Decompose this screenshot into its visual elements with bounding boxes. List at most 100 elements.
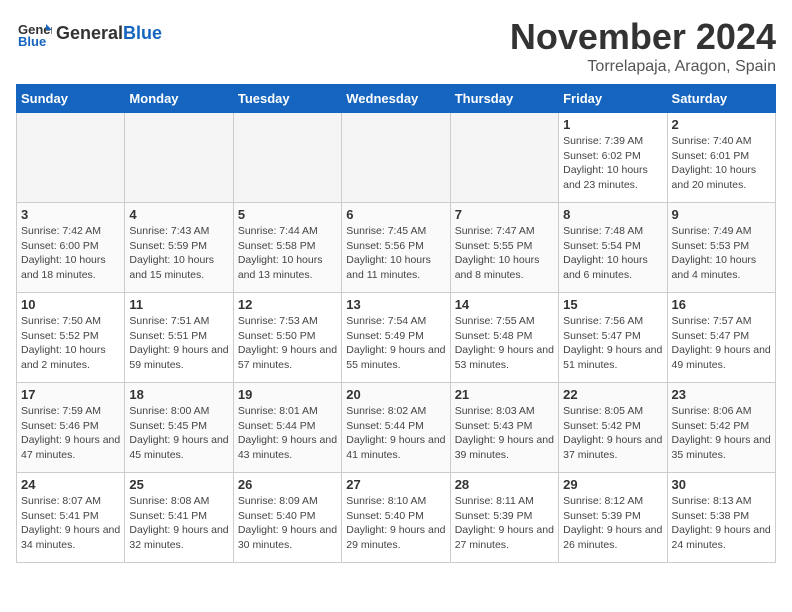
page-header: General Blue GeneralBlue November 2024 T… <box>16 16 776 76</box>
logo: General Blue GeneralBlue <box>16 16 162 52</box>
day-number: 2 <box>672 117 771 132</box>
month-title: November 2024 <box>510 16 776 58</box>
day-info: Sunrise: 8:13 AM Sunset: 5:38 PM Dayligh… <box>672 494 771 553</box>
calendar-cell: 17Sunrise: 7:59 AM Sunset: 5:46 PM Dayli… <box>17 383 125 473</box>
day-info: Sunrise: 7:42 AM Sunset: 6:00 PM Dayligh… <box>21 224 120 283</box>
day-info: Sunrise: 7:48 AM Sunset: 5:54 PM Dayligh… <box>563 224 662 283</box>
day-info: Sunrise: 8:03 AM Sunset: 5:43 PM Dayligh… <box>455 404 554 463</box>
weekday-header-wednesday: Wednesday <box>342 85 450 113</box>
day-number: 19 <box>238 387 337 402</box>
week-row-5: 24Sunrise: 8:07 AM Sunset: 5:41 PM Dayli… <box>17 473 776 563</box>
logo-icon: General Blue <box>16 16 52 52</box>
week-row-3: 10 Sunrise: 7:50 AM Sunset: 5:52 PM Dayli… <box>17 293 776 383</box>
day-number: 12 <box>238 297 337 312</box>
weekday-header-row: SundayMondayTuesdayWednesdayThursdayFrid… <box>17 85 776 113</box>
day-number: 27 <box>346 477 445 492</box>
day-number: 25 <box>129 477 228 492</box>
day-info: Sunrise: 7:53 AM Sunset: 5:50 PM Dayligh… <box>238 314 337 373</box>
day-number: 29 <box>563 477 662 492</box>
calendar-cell <box>17 113 125 203</box>
calendar-cell: 14 Sunrise: 7:55 AM Sunset: 5:48 PM Dayli… <box>450 293 558 383</box>
weekday-header-monday: Monday <box>125 85 233 113</box>
week-row-2: 3 Sunrise: 7:42 AM Sunset: 6:00 PM Daylig… <box>17 203 776 293</box>
calendar-cell: 23 Sunrise: 8:06 AM Sunset: 5:42 PM Dayli… <box>667 383 775 473</box>
day-number: 18 <box>129 387 228 402</box>
day-number: 17 <box>21 387 120 402</box>
day-number: 30 <box>672 477 771 492</box>
day-number: 8 <box>563 207 662 222</box>
day-info: Sunrise: 8:12 AM Sunset: 5:39 PM Dayligh… <box>563 494 662 553</box>
calendar-cell: 10 Sunrise: 7:50 AM Sunset: 5:52 PM Dayli… <box>17 293 125 383</box>
day-info: Sunrise: 8:01 AM Sunset: 5:44 PM Dayligh… <box>238 404 337 463</box>
logo-text: GeneralBlue <box>56 24 162 44</box>
day-info: Sunrise: 8:06 AM Sunset: 5:42 PM Dayligh… <box>672 404 771 463</box>
weekday-header-tuesday: Tuesday <box>233 85 341 113</box>
day-number: 21 <box>455 387 554 402</box>
title-block: November 2024 Torrelapaja, Aragon, Spain <box>510 16 776 76</box>
day-number: 28 <box>455 477 554 492</box>
weekday-header-friday: Friday <box>559 85 667 113</box>
day-info: Sunrise: 7:40 AM Sunset: 6:01 PM Dayligh… <box>672 134 771 193</box>
calendar-cell: 12 Sunrise: 7:53 AM Sunset: 5:50 PM Dayli… <box>233 293 341 383</box>
day-number: 5 <box>238 207 337 222</box>
day-number: 1 <box>563 117 662 132</box>
location-title: Torrelapaja, Aragon, Spain <box>510 58 776 76</box>
day-number: 13 <box>346 297 445 312</box>
calendar-cell: 18Sunrise: 8:00 AM Sunset: 5:45 PM Dayli… <box>125 383 233 473</box>
day-number: 11 <box>129 297 228 312</box>
day-info: Sunrise: 8:10 AM Sunset: 5:40 PM Dayligh… <box>346 494 445 553</box>
calendar-cell: 22Sunrise: 8:05 AM Sunset: 5:42 PM Dayli… <box>559 383 667 473</box>
day-number: 26 <box>238 477 337 492</box>
day-info: Sunrise: 7:51 AM Sunset: 5:51 PM Dayligh… <box>129 314 228 373</box>
day-info: Sunrise: 7:47 AM Sunset: 5:55 PM Dayligh… <box>455 224 554 283</box>
day-number: 3 <box>21 207 120 222</box>
calendar-cell <box>233 113 341 203</box>
calendar-cell: 3 Sunrise: 7:42 AM Sunset: 6:00 PM Daylig… <box>17 203 125 293</box>
weekday-header-saturday: Saturday <box>667 85 775 113</box>
day-info: Sunrise: 8:08 AM Sunset: 5:41 PM Dayligh… <box>129 494 228 553</box>
day-info: Sunrise: 7:55 AM Sunset: 5:48 PM Dayligh… <box>455 314 554 373</box>
day-info: Sunrise: 7:54 AM Sunset: 5:49 PM Dayligh… <box>346 314 445 373</box>
day-number: 9 <box>672 207 771 222</box>
calendar-cell: 19 Sunrise: 8:01 AM Sunset: 5:44 PM Dayli… <box>233 383 341 473</box>
weekday-header-thursday: Thursday <box>450 85 558 113</box>
weekday-header-sunday: Sunday <box>17 85 125 113</box>
week-row-4: 17Sunrise: 7:59 AM Sunset: 5:46 PM Dayli… <box>17 383 776 473</box>
day-number: 10 <box>21 297 120 312</box>
day-info: Sunrise: 7:50 AM Sunset: 5:52 PM Dayligh… <box>21 314 120 373</box>
calendar-cell: 5 Sunrise: 7:44 AM Sunset: 5:58 PM Daylig… <box>233 203 341 293</box>
svg-text:Blue: Blue <box>18 34 46 49</box>
day-info: Sunrise: 8:09 AM Sunset: 5:40 PM Dayligh… <box>238 494 337 553</box>
calendar-cell <box>342 113 450 203</box>
day-info: Sunrise: 8:02 AM Sunset: 5:44 PM Dayligh… <box>346 404 445 463</box>
day-info: Sunrise: 7:43 AM Sunset: 5:59 PM Dayligh… <box>129 224 228 283</box>
day-number: 4 <box>129 207 228 222</box>
calendar-cell <box>450 113 558 203</box>
calendar-cell: 1 Sunrise: 7:39 AM Sunset: 6:02 PM Daylig… <box>559 113 667 203</box>
calendar-cell: 4 Sunrise: 7:43 AM Sunset: 5:59 PM Daylig… <box>125 203 233 293</box>
day-number: 20 <box>346 387 445 402</box>
day-number: 24 <box>21 477 120 492</box>
calendar-cell: 2 Sunrise: 7:40 AM Sunset: 6:01 PM Daylig… <box>667 113 775 203</box>
calendar-cell: 20 Sunrise: 8:02 AM Sunset: 5:44 PM Dayli… <box>342 383 450 473</box>
calendar-cell: 28Sunrise: 8:11 AM Sunset: 5:39 PM Dayli… <box>450 473 558 563</box>
calendar-cell: 21 Sunrise: 8:03 AM Sunset: 5:43 PM Dayli… <box>450 383 558 473</box>
day-number: 23 <box>672 387 771 402</box>
calendar-cell: 15Sunrise: 7:56 AM Sunset: 5:47 PM Dayli… <box>559 293 667 383</box>
calendar-cell: 27 Sunrise: 8:10 AM Sunset: 5:40 PM Dayli… <box>342 473 450 563</box>
day-number: 14 <box>455 297 554 312</box>
day-number: 15 <box>563 297 662 312</box>
day-number: 22 <box>563 387 662 402</box>
day-info: Sunrise: 7:45 AM Sunset: 5:56 PM Dayligh… <box>346 224 445 283</box>
day-info: Sunrise: 7:44 AM Sunset: 5:58 PM Dayligh… <box>238 224 337 283</box>
day-number: 16 <box>672 297 771 312</box>
calendar: SundayMondayTuesdayWednesdayThursdayFrid… <box>16 84 776 563</box>
calendar-cell <box>125 113 233 203</box>
day-info: Sunrise: 7:39 AM Sunset: 6:02 PM Dayligh… <box>563 134 662 193</box>
calendar-cell: 13 Sunrise: 7:54 AM Sunset: 5:49 PM Dayli… <box>342 293 450 383</box>
day-number: 6 <box>346 207 445 222</box>
day-info: Sunrise: 7:57 AM Sunset: 5:47 PM Dayligh… <box>672 314 771 373</box>
calendar-cell: 24Sunrise: 8:07 AM Sunset: 5:41 PM Dayli… <box>17 473 125 563</box>
calendar-cell: 11 Sunrise: 7:51 AM Sunset: 5:51 PM Dayli… <box>125 293 233 383</box>
calendar-cell: 9Sunrise: 7:49 AM Sunset: 5:53 PM Daylig… <box>667 203 775 293</box>
